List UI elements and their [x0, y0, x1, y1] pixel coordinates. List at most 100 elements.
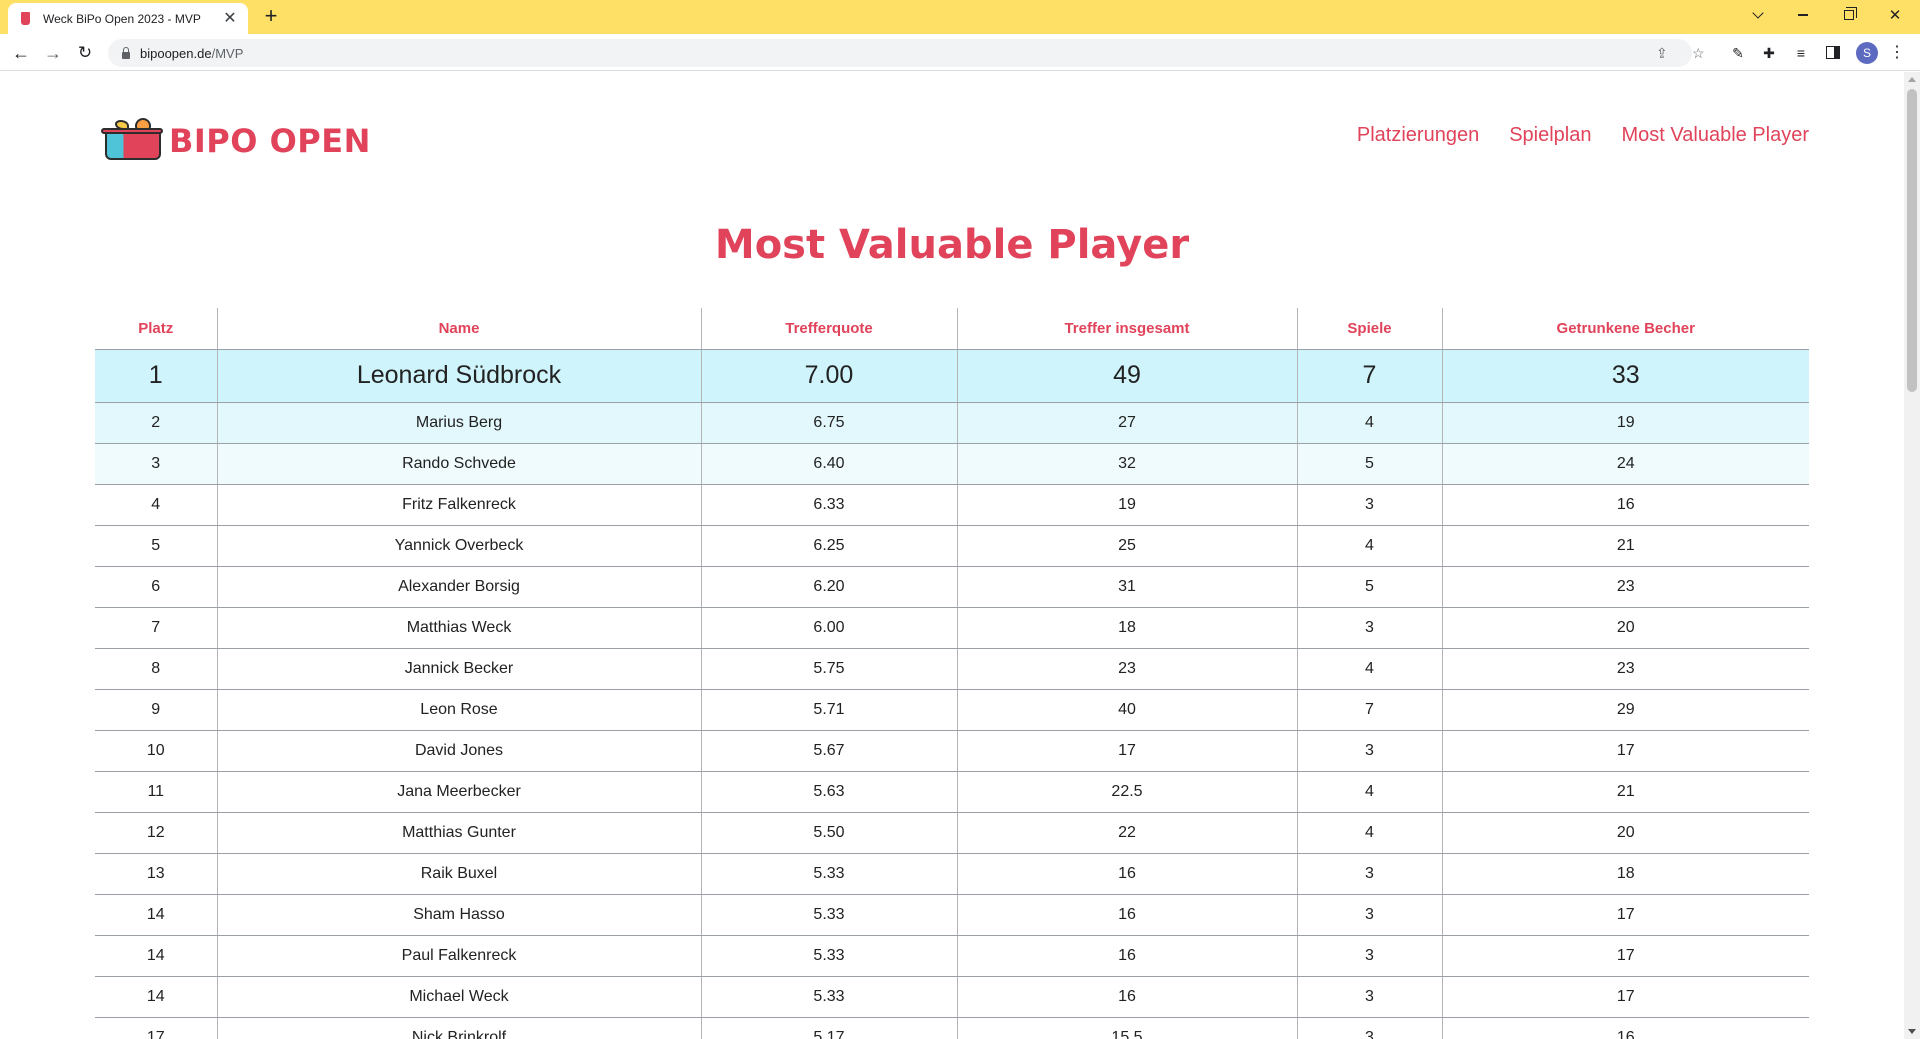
- cell-trefferquote: 5.50: [700, 812, 957, 854]
- cell-platz: 12: [95, 812, 217, 854]
- scrollbar-thumb[interactable]: [1907, 89, 1917, 392]
- cell-spiele: 3: [1296, 976, 1442, 1018]
- table-header-row: Platz Name Trefferquote Treffer insgesam…: [95, 308, 1809, 350]
- cell-trefferquote: 5.17: [700, 1017, 957, 1039]
- cell-platz: 4: [95, 484, 217, 526]
- tab-search-icon[interactable]: [1735, 0, 1781, 30]
- cell-getrunkene-becher: 17: [1441, 976, 1809, 1018]
- cell-spiele: 5: [1296, 443, 1442, 485]
- cell-platz: 11: [95, 771, 217, 813]
- browser-toolbar: ← → ↻ bipoopen.de/MVP ⇪ ☆ ✎ ✚ ≡ S ⋮: [0, 34, 1920, 71]
- cell-trefferquote: 6.00: [700, 607, 957, 649]
- cell-platz: 14: [95, 935, 217, 977]
- table-row: 4 Fritz Falkenreck 6.33 19 3 16: [95, 484, 1809, 526]
- cell-name: David Jones: [216, 730, 701, 772]
- table-row: 1 Leonard Südbrock 7.00 49 7 33: [95, 349, 1809, 403]
- cell-treffer-insgesamt: 23: [956, 648, 1297, 690]
- profile-avatar[interactable]: S: [1856, 42, 1878, 64]
- cell-name: Jannick Becker: [216, 648, 701, 690]
- cell-treffer-insgesamt: 19: [956, 484, 1297, 526]
- share-icon[interactable]: ⇪: [1656, 45, 1668, 62]
- page-scrollbar[interactable]: [1904, 72, 1920, 1039]
- cell-spiele: 3: [1296, 484, 1442, 526]
- cell-name: Nick Brinkrolf: [216, 1017, 701, 1039]
- header-name: Name: [216, 308, 701, 350]
- cell-treffer-insgesamt: 31: [956, 566, 1297, 608]
- url-host: bipoopen.de: [140, 45, 212, 61]
- cell-platz: 17: [95, 1017, 217, 1039]
- address-bar[interactable]: bipoopen.de/MVP ⇪ ☆: [108, 39, 1705, 67]
- cell-platz: 1: [95, 349, 217, 403]
- nav-link-spielplan[interactable]: Spielplan: [1509, 124, 1591, 147]
- cell-spiele: 3: [1296, 853, 1442, 895]
- cell-getrunkene-becher: 16: [1441, 1017, 1809, 1039]
- bookmark-star-icon[interactable]: ☆: [1692, 45, 1705, 62]
- table-row: 7 Matthias Weck 6.00 18 3 20: [95, 607, 1809, 649]
- table-row: 10 David Jones 5.67 17 3 17: [95, 730, 1809, 772]
- cell-getrunkene-becher: 29: [1441, 689, 1809, 731]
- kebab-menu-icon[interactable]: ⋮: [1888, 44, 1906, 62]
- cell-trefferquote: 6.75: [700, 402, 957, 444]
- site-logo[interactable]: BIPO OPEN: [101, 118, 371, 164]
- close-window-icon[interactable]: ✕: [1872, 0, 1918, 30]
- cell-trefferquote: 5.33: [700, 894, 957, 936]
- back-arrow-icon[interactable]: ←: [10, 42, 32, 64]
- browser-tab[interactable]: Weck BiPo Open 2023 - MVP ✕: [8, 3, 248, 34]
- url-text[interactable]: bipoopen.de/MVP: [140, 46, 243, 61]
- cell-name: Sham Hasso: [216, 894, 701, 936]
- cell-platz: 9: [95, 689, 217, 731]
- header-treffer-insgesamt: Treffer insgesamt: [956, 308, 1297, 350]
- cell-trefferquote: 5.33: [700, 935, 957, 977]
- scroll-down-arrow-icon[interactable]: [1908, 1029, 1916, 1034]
- cell-name: Yannick Overbeck: [216, 525, 701, 567]
- close-tab-icon[interactable]: ✕: [222, 10, 238, 27]
- cell-getrunkene-becher: 20: [1441, 607, 1809, 649]
- cell-spiele: 3: [1296, 935, 1442, 977]
- cell-treffer-insgesamt: 22: [956, 812, 1297, 854]
- cell-getrunkene-becher: 17: [1441, 935, 1809, 977]
- cell-platz: 3: [95, 443, 217, 485]
- forward-arrow-icon[interactable]: →: [42, 42, 64, 64]
- cell-name: Raik Buxel: [216, 853, 701, 895]
- cell-name: Alexander Borsig: [216, 566, 701, 608]
- mvp-table: Platz Name Trefferquote Treffer insgesam…: [95, 308, 1809, 1039]
- table-body: 1 Leonard Südbrock 7.00 49 7 33 2 Marius Berg 6.…: [95, 349, 1809, 1039]
- lock-icon[interactable]: [122, 46, 130, 59]
- cell-name: Leon Rose: [216, 689, 701, 731]
- cell-spiele: 4: [1296, 812, 1442, 854]
- table-row: 9 Leon Rose 5.71 40 7 29: [95, 689, 1809, 731]
- cell-getrunkene-becher: 33: [1441, 349, 1809, 403]
- scroll-up-arrow-icon[interactable]: [1908, 77, 1916, 82]
- cell-name: Matthias Gunter: [216, 812, 701, 854]
- cell-spiele: 7: [1296, 349, 1442, 403]
- cell-trefferquote: 5.71: [700, 689, 957, 731]
- cell-platz: 2: [95, 402, 217, 444]
- page-viewport: BIPO OPEN Platzierungen Spielplan Most V…: [0, 72, 1904, 1039]
- table-row: 2 Marius Berg 6.75 27 4 19: [95, 402, 1809, 444]
- cell-treffer-insgesamt: 17: [956, 730, 1297, 772]
- cell-getrunkene-becher: 21: [1441, 525, 1809, 567]
- cell-treffer-insgesamt: 25: [956, 525, 1297, 567]
- header-platz: Platz: [95, 308, 217, 350]
- extensions-puzzle-icon[interactable]: ✚: [1760, 44, 1778, 62]
- restore-icon[interactable]: [1826, 0, 1872, 30]
- cell-trefferquote: 5.67: [700, 730, 957, 772]
- new-tab-icon[interactable]: +: [260, 5, 282, 28]
- cell-platz: 14: [95, 894, 217, 936]
- cell-trefferquote: 5.75: [700, 648, 957, 690]
- minimize-icon[interactable]: [1780, 0, 1826, 30]
- reload-icon[interactable]: ↻: [74, 42, 96, 64]
- cell-spiele: 4: [1296, 771, 1442, 813]
- side-panel-icon[interactable]: [1824, 44, 1842, 62]
- cell-getrunkene-becher: 18: [1441, 853, 1809, 895]
- nav-link-platzierungen[interactable]: Platzierungen: [1357, 124, 1479, 147]
- cell-spiele: 4: [1296, 648, 1442, 690]
- eyedropper-icon[interactable]: ✎: [1729, 44, 1747, 62]
- cell-treffer-insgesamt: 18: [956, 607, 1297, 649]
- nav-link-mvp[interactable]: Most Valuable Player: [1622, 124, 1810, 147]
- cell-spiele: 3: [1296, 607, 1442, 649]
- table-row: 17 Nick Brinkrolf 5.17 15.5 3 16: [95, 1017, 1809, 1039]
- table-row: 5 Yannick Overbeck 6.25 25 4 21: [95, 525, 1809, 567]
- media-queue-icon[interactable]: ≡: [1792, 44, 1810, 62]
- table-row: 11 Jana Meerbecker 5.63 22.5 4 21: [95, 771, 1809, 813]
